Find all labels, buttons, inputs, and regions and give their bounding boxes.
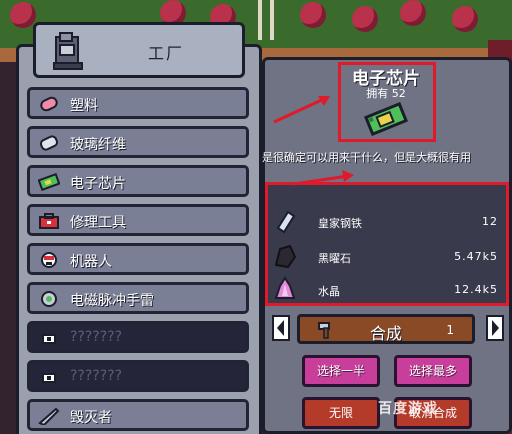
recipe-label: 修理工具: [70, 215, 126, 231]
factory-header: 工厂: [33, 22, 245, 78]
hammer-icon: [318, 322, 330, 339]
fiberglass-icon: [39, 135, 59, 151]
recipe-item-chip[interactable]: 电子芯片: [27, 165, 249, 197]
plastic-icon: [40, 96, 58, 112]
select-half-button[interactable]: 选择一半: [302, 355, 380, 387]
decrease-arrow-button[interactable]: [272, 315, 290, 341]
recipe-item-locked[interactable]: ???????: [27, 321, 249, 353]
recipe-label: 塑料: [70, 98, 98, 114]
recipe-label: 机器人: [70, 254, 112, 270]
recipe-item-plastic[interactable]: 塑料: [27, 87, 249, 119]
item-description: 是很确定可以用来干什么，但是大概很有用: [262, 151, 471, 164]
arrow-left-icon: [277, 320, 284, 336]
recipe-item-destroyer[interactable]: 毁灭者: [27, 399, 249, 431]
robot-icon: [41, 252, 57, 268]
factory-machine-icon: [53, 32, 83, 70]
recipe-item-locked[interactable]: ???????: [27, 360, 249, 392]
craft-label: 合成: [370, 324, 403, 343]
recipe-item-emp-grenade[interactable]: 电磁脉冲手雷: [27, 282, 249, 314]
recipe-label: 毁灭者: [70, 410, 112, 426]
emp-grenade-icon: [41, 291, 57, 307]
toolbox-icon: [39, 213, 59, 229]
lock-icon: [42, 334, 56, 344]
recipe-label: ???????: [70, 368, 123, 384]
annotation-box-item: [338, 62, 436, 142]
craft-button[interactable]: 合成 1: [297, 314, 475, 344]
select-max-button[interactable]: 选择最多: [394, 355, 472, 387]
lock-icon: [42, 373, 56, 383]
annotation-box-materials: [265, 182, 509, 306]
annotation-arrow-icon: [293, 170, 354, 186]
recipe-item-robot[interactable]: 机器人: [27, 243, 249, 275]
infinite-button[interactable]: 无限: [302, 397, 380, 429]
annotation-arrow-icon: [273, 96, 330, 124]
factory-title: 工厂: [147, 44, 184, 63]
recipe-label: 玻璃纤维: [70, 137, 126, 153]
recipe-label: 电子芯片: [70, 176, 126, 192]
recipe-label: 电磁脉冲手雷: [70, 293, 154, 309]
increase-arrow-button[interactable]: [486, 315, 504, 341]
recipe-item-fiberglass[interactable]: 玻璃纤维: [27, 126, 249, 158]
chip-icon: [38, 173, 60, 191]
recipe-label: ???????: [70, 329, 123, 345]
craft-count: 1: [446, 323, 454, 337]
destroyer-icon: [38, 407, 60, 425]
watermark-text: 百度游戏: [378, 401, 438, 417]
recipe-item-toolbox[interactable]: 修理工具: [27, 204, 249, 236]
arrow-right-icon: [492, 320, 499, 336]
